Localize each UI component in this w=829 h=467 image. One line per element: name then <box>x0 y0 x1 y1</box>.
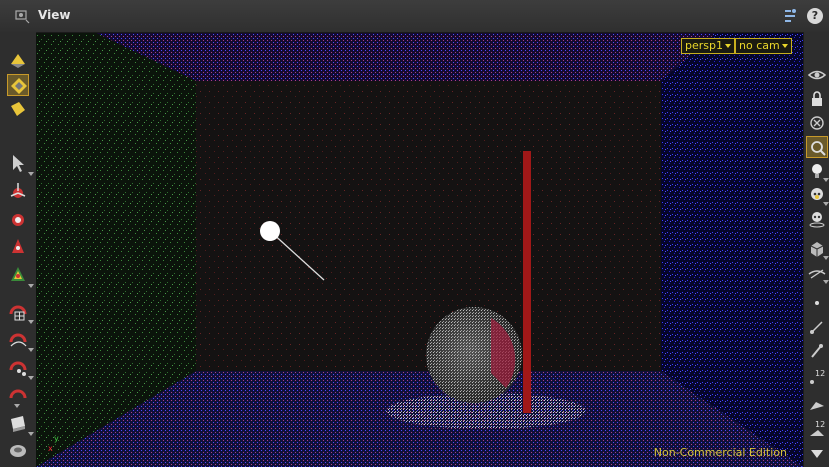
selection-orient-icon[interactable] <box>7 74 29 96</box>
paint-bucket-icon[interactable] <box>7 50 29 72</box>
edition-watermark: Non-Commercial Edition <box>653 446 787 459</box>
rotate-tool-icon[interactable] <box>7 208 29 230</box>
pane-title: View <box>38 8 71 22</box>
point-numbers-icon[interactable]: 12 <box>806 366 828 388</box>
scene-viewport[interactable]: persp1 no cam y x Non-Commercial Edition <box>36 33 803 467</box>
snap-curve-icon[interactable] <box>7 328 29 350</box>
point-display-icon[interactable] <box>806 292 828 314</box>
axis-y-label: y <box>54 434 59 443</box>
select-arrow-icon[interactable] <box>7 152 29 174</box>
snap-grid-icon[interactable] <box>7 300 29 322</box>
close-object-icon[interactable] <box>806 112 828 134</box>
skull-template-icon[interactable] <box>806 208 828 230</box>
right-toolbar: 12 12 <box>803 32 829 467</box>
help-button[interactable]: ? <box>807 8 823 24</box>
eye-icon[interactable] <box>806 64 828 86</box>
display-options-icon[interactable] <box>7 440 29 462</box>
snap-magnet-icon[interactable] <box>7 384 29 406</box>
camera-lock-menu[interactable]: no cam <box>735 38 792 54</box>
camera-menu[interactable]: persp1 <box>681 38 735 54</box>
handle-tool-icon[interactable] <box>7 264 29 286</box>
vertex-numbers-icon[interactable]: 12 <box>806 418 828 440</box>
pane-type-icon[interactable] <box>14 8 32 24</box>
pane-options-icon[interactable] <box>783 8 801 24</box>
zoom-view-icon[interactable] <box>806 136 828 158</box>
render-region-icon[interactable] <box>7 412 29 434</box>
lock-icon[interactable] <box>806 88 828 110</box>
light-handle[interactable] <box>260 221 280 241</box>
arrow-down-icon[interactable] <box>806 442 828 464</box>
brush-icon[interactable] <box>806 340 828 362</box>
left-toolbar <box>0 32 37 467</box>
pane-titlebar: View ? <box>0 0 829 33</box>
normal-display-icon[interactable] <box>806 316 828 338</box>
prim-numbers-icon[interactable] <box>806 392 828 414</box>
axis-x-label: x <box>48 444 53 453</box>
snap-points-icon[interactable] <box>7 356 29 378</box>
selection-tag-icon[interactable] <box>7 98 29 120</box>
move-tool-icon[interactable] <box>7 180 29 202</box>
scale-tool-icon[interactable] <box>7 236 29 258</box>
